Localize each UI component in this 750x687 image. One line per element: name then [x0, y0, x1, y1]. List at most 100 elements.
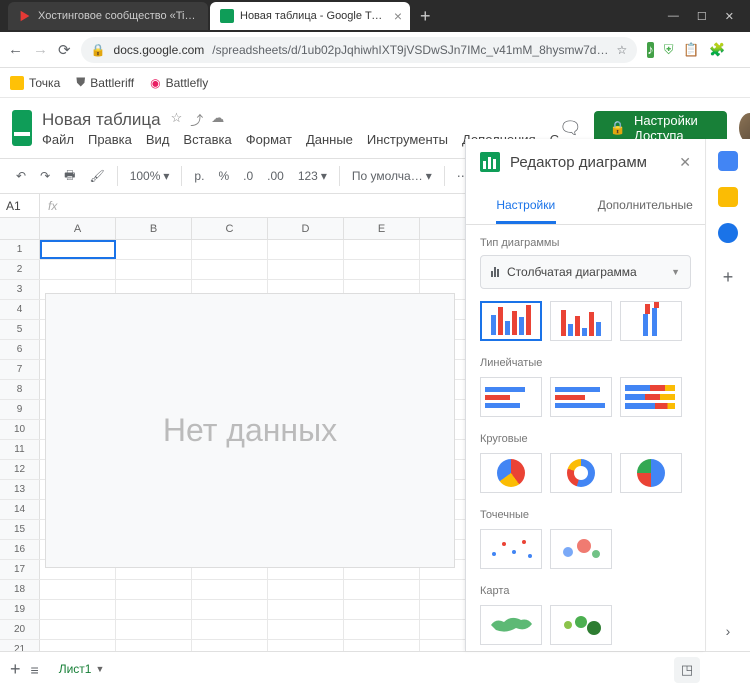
move-doc-icon[interactable]: ⤴ [190, 110, 203, 129]
cell[interactable] [344, 260, 420, 279]
chart-thumb-pie-3[interactable] [620, 453, 682, 493]
tab-customize[interactable]: Дополнительные [586, 185, 706, 224]
row-header[interactable]: 2 [0, 260, 40, 279]
row-header[interactable]: 11 [0, 440, 40, 459]
cell[interactable] [192, 600, 268, 619]
row-header[interactable]: 14 [0, 500, 40, 519]
chart-thumb-map-1[interactable] [480, 605, 542, 645]
undo-button[interactable]: ↶ [10, 165, 32, 187]
chart-placeholder[interactable]: Нет данных [45, 293, 455, 568]
browser-menu-icon[interactable]: ⋮ [746, 41, 750, 59]
cell[interactable] [344, 240, 420, 259]
row-header[interactable]: 18 [0, 580, 40, 599]
row-header[interactable]: 20 [0, 620, 40, 639]
cell[interactable] [268, 640, 344, 651]
row-header[interactable]: 5 [0, 320, 40, 339]
chart-thumb-bar-1[interactable] [480, 377, 542, 417]
url-input[interactable]: 🔒 docs.google.com/spreadsheets/d/1ub02pJ… [81, 37, 638, 63]
cell[interactable] [344, 600, 420, 619]
bookmark-item[interactable]: ◉Battlefly [150, 76, 208, 90]
explore-button[interactable]: ◳ [674, 657, 700, 683]
row-header[interactable]: 7 [0, 360, 40, 379]
cell[interactable] [268, 260, 344, 279]
new-tab-button[interactable]: + [420, 6, 431, 27]
bookmark-item[interactable]: ⛊Battleriff [76, 75, 134, 90]
cell[interactable] [192, 580, 268, 599]
keep-icon[interactable] [718, 187, 738, 207]
col-header[interactable]: D [268, 218, 344, 239]
spreadsheet-grid[interactable]: A B C D E 123456789101112131415161718192… [0, 218, 465, 651]
maximize-icon[interactable]: ☐ [697, 10, 707, 23]
row-header[interactable]: 16 [0, 540, 40, 559]
cell[interactable] [192, 260, 268, 279]
menu-file[interactable]: Файл [42, 132, 74, 147]
chart-thumb-scatter-2[interactable] [550, 529, 612, 569]
chart-thumb-bar-2[interactable] [550, 377, 612, 417]
cell[interactable] [116, 600, 192, 619]
col-header[interactable]: C [192, 218, 268, 239]
tasks-icon[interactable] [718, 223, 738, 243]
chart-thumb-column-2[interactable] [550, 301, 612, 341]
cell[interactable] [40, 620, 116, 639]
zoom-select[interactable]: 100% ▾ [124, 165, 176, 187]
add-addon-icon[interactable]: + [723, 267, 734, 288]
paint-format-button[interactable]: 🖌 [83, 165, 110, 187]
chart-thumb-scatter-1[interactable] [480, 529, 542, 569]
increase-decimal-button[interactable]: .00 [261, 165, 290, 187]
cell[interactable] [116, 620, 192, 639]
star-doc-icon[interactable]: ☆ [171, 110, 183, 129]
cell[interactable] [268, 240, 344, 259]
cell[interactable] [192, 240, 268, 259]
cell[interactable] [40, 240, 116, 259]
collapse-rail-icon[interactable]: › [726, 623, 731, 639]
sheets-logo-icon[interactable] [12, 110, 32, 146]
row-header[interactable]: 10 [0, 420, 40, 439]
comments-icon[interactable]: 🗨 [559, 114, 582, 142]
font-select[interactable]: По умолча… ▾ [346, 165, 438, 187]
row-header[interactable]: 9 [0, 400, 40, 419]
cell[interactable] [344, 640, 420, 651]
cell[interactable] [116, 240, 192, 259]
chart-thumb-column-3[interactable] [620, 301, 682, 341]
menu-edit[interactable]: Правка [88, 132, 132, 147]
cell[interactable] [192, 620, 268, 639]
col-header[interactable]: B [116, 218, 192, 239]
ext-icon-1[interactable]: ♪ [647, 42, 654, 58]
select-all-corner[interactable] [0, 218, 40, 239]
doc-title[interactable]: Новая таблица [42, 110, 161, 130]
row-header[interactable]: 12 [0, 460, 40, 479]
percent-button[interactable]: % [212, 165, 235, 187]
row-header[interactable]: 21 [0, 640, 40, 651]
cell[interactable] [116, 640, 192, 651]
redo-button[interactable]: ↷ [34, 165, 56, 187]
all-sheets-button[interactable]: ≡ [31, 662, 39, 678]
chevron-down-icon[interactable]: ▼ [95, 664, 104, 674]
name-box[interactable]: A1 [0, 194, 40, 217]
browser-tab-active[interactable]: Новая таблица - Google Табли… × [210, 2, 410, 30]
extensions-icon[interactable]: 🧩 [710, 42, 726, 58]
row-header[interactable]: 4 [0, 300, 40, 319]
close-window-icon[interactable]: ✕ [725, 10, 734, 23]
menu-data[interactable]: Данные [306, 132, 353, 147]
row-header[interactable]: 8 [0, 380, 40, 399]
cell[interactable] [268, 580, 344, 599]
cell[interactable] [268, 620, 344, 639]
ext-icon-2[interactable]: ⛨ [664, 42, 674, 58]
chart-thumb-pie-2[interactable] [550, 453, 612, 493]
number-format-select[interactable]: 123 ▾ [292, 165, 333, 187]
chart-thumb-map-2[interactable] [550, 605, 612, 645]
sheet-tab[interactable]: Лист1 ▼ [49, 658, 115, 682]
cell[interactable] [344, 580, 420, 599]
add-sheet-button[interactable]: + [10, 659, 21, 680]
menu-format[interactable]: Формат [246, 132, 292, 147]
decrease-decimal-button[interactable]: .0 [237, 165, 259, 187]
back-icon[interactable]: ← [8, 41, 23, 58]
cloud-status-icon[interactable]: ☁ [211, 110, 224, 129]
chart-thumb-column-1[interactable] [480, 301, 542, 341]
calendar-icon[interactable] [718, 151, 738, 171]
tab-settings[interactable]: Настройки [466, 185, 586, 224]
chart-type-select[interactable]: Столбчатая диаграмма ▼ [480, 255, 691, 289]
cell[interactable] [268, 600, 344, 619]
cell[interactable] [40, 580, 116, 599]
cell[interactable] [40, 260, 116, 279]
